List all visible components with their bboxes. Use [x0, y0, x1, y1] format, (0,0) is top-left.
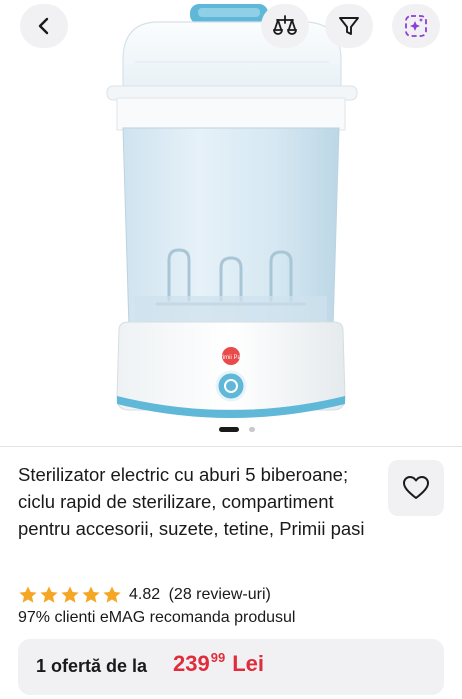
favorite-button[interactable] [388, 460, 444, 516]
offer-label: 1 ofertă de la [36, 656, 148, 676]
star-icon [61, 586, 79, 603]
compare-scale-icon [273, 15, 297, 35]
chevron-left-icon [38, 17, 49, 35]
ai-assistant-button[interactable] [392, 4, 440, 48]
star-icon [103, 586, 121, 603]
product-title: Sterilizator electric cu aburi 5 biberoa… [18, 464, 365, 539]
rating-value: 4.82 [129, 586, 161, 603]
ai-sparkle-icon [405, 15, 427, 37]
product-image-gallery[interactable]: Primii Pasi [0, 0, 462, 446]
pagination-dot[interactable] [249, 427, 255, 432]
gallery-pagination [0, 426, 462, 434]
star-icon [19, 586, 37, 603]
filter-button[interactable] [325, 4, 373, 48]
recommendation-text: 97% clienti eMAG recomanda produsul [18, 609, 296, 626]
price: 23999 Lei [173, 650, 264, 677]
price-currency: Lei [232, 651, 264, 676]
star-icon [82, 586, 100, 603]
offers-button[interactable]: 1 ofertă de la 23999 Lei [18, 639, 444, 695]
product-image: Primii Pasi [106, 4, 358, 418]
price-decimals: 99 [210, 650, 226, 665]
product-rating[interactable]: 4.82 (28 review-uri) [18, 584, 271, 606]
rating-stars [18, 585, 122, 605]
image-badge: Primii Pasi [217, 355, 245, 361]
divider [0, 446, 462, 447]
back-button[interactable] [20, 4, 68, 48]
pagination-dot-active[interactable] [219, 427, 239, 432]
price-integer: 239 [173, 651, 210, 676]
star-icon [40, 586, 58, 603]
filter-funnel-icon [339, 17, 359, 35]
review-count-link[interactable]: (28 review-uri) [169, 586, 271, 603]
heart-icon [403, 476, 429, 499]
compare-button[interactable] [261, 4, 309, 48]
